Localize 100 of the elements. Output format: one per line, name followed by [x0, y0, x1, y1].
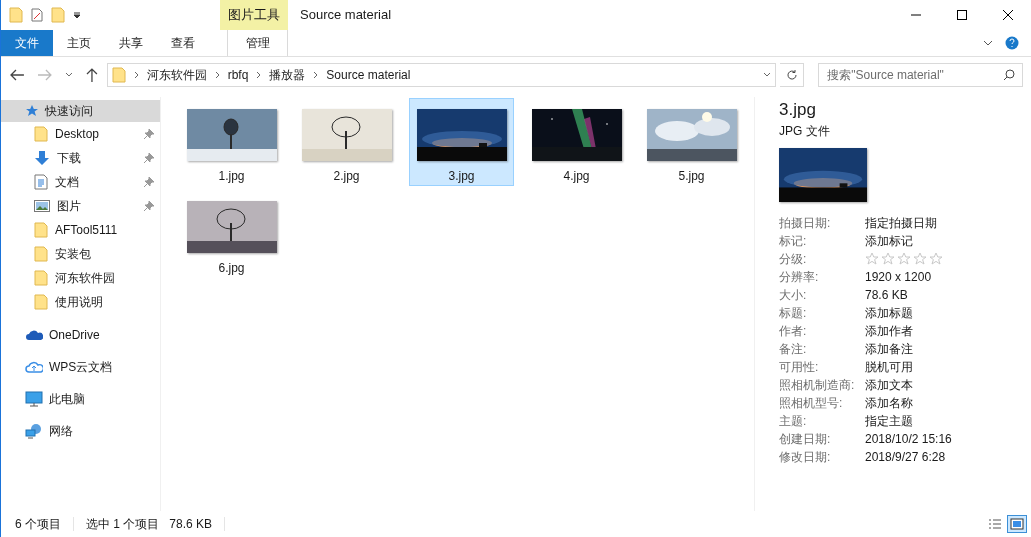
properties-icon[interactable]: [31, 8, 43, 22]
star-icon[interactable]: [865, 252, 879, 266]
pin-icon[interactable]: [144, 129, 154, 139]
property-value[interactable]: 添加名称: [865, 394, 913, 412]
property-value[interactable]: 添加备注: [865, 340, 913, 358]
property-value[interactable]: 添加标题: [865, 304, 913, 322]
download-icon: [34, 150, 50, 166]
maximize-icon: [957, 10, 967, 20]
network-icon: [25, 423, 43, 439]
file-tile[interactable]: 5.jpg: [639, 98, 744, 186]
property-label: 分级:: [779, 251, 808, 268]
file-name: 3.jpg: [448, 168, 475, 185]
file-name: 2.jpg: [333, 168, 360, 185]
computer-icon: [25, 391, 43, 407]
property-value[interactable]: 2018/10/2 15:16: [865, 430, 952, 448]
file-tile[interactable]: 1.jpg: [179, 98, 284, 186]
file-tile[interactable]: 6.jpg: [179, 190, 284, 278]
pin-icon[interactable]: [144, 177, 154, 187]
breadcrumb[interactable]: Source material: [326, 66, 411, 84]
folder-icon: [34, 294, 48, 310]
cloud-icon: [25, 329, 43, 341]
nav-item[interactable]: 网络: [1, 420, 160, 442]
property-label: 拍摄日期:: [779, 215, 832, 232]
refresh-button[interactable]: [780, 63, 805, 87]
document-icon: [34, 174, 48, 190]
property-label: 作者:: [779, 323, 808, 340]
search-icon[interactable]: [1003, 69, 1015, 81]
breadcrumb[interactable]: 河东软件园: [146, 66, 207, 84]
property-value[interactable]: 2018/9/27 6:28: [865, 448, 946, 466]
file-name: 6.jpg: [218, 260, 245, 277]
nav-item[interactable]: 河东软件园: [1, 266, 160, 290]
nav-item[interactable]: AFTool5111: [1, 218, 160, 242]
nav-item[interactable]: WPS云文档: [1, 356, 160, 378]
nav-item[interactable]: 快速访问: [1, 100, 160, 122]
ribbon-tab[interactable]: 管理: [227, 30, 288, 56]
search-field[interactable]: 搜索"Source material": [818, 63, 1023, 87]
pin-icon[interactable]: [144, 201, 154, 211]
dropdown-icon[interactable]: [73, 11, 81, 19]
selection-count: 选中 1 个项目: [86, 516, 160, 533]
chevron-right-icon[interactable]: [133, 71, 139, 79]
property-label: 分辨率:: [779, 269, 820, 286]
file-tile[interactable]: 2.jpg: [294, 98, 399, 186]
ribbon-tab[interactable]: 共享: [105, 30, 157, 56]
property-value[interactable]: 78.6 KB: [865, 286, 908, 304]
chevron-down-icon[interactable]: [983, 40, 993, 46]
refresh-icon: [785, 69, 798, 81]
file-tile[interactable]: 4.jpg: [524, 98, 629, 186]
address-bar[interactable]: 河东软件园 rbfq 播放器 Source material: [106, 63, 777, 87]
file-title: 3.jpg: [779, 99, 817, 121]
star-rating[interactable]: [865, 252, 943, 266]
nav-item[interactable]: Desktop: [1, 122, 160, 146]
star-icon[interactable]: [881, 252, 895, 266]
nav-item[interactable]: 使用说明: [1, 290, 160, 314]
breadcrumb[interactable]: rbfq: [227, 66, 249, 84]
breadcrumb[interactable]: 播放器: [269, 66, 306, 84]
property-label: 创建日期:: [779, 431, 832, 448]
nav-item[interactable]: OneDrive: [1, 324, 160, 346]
property-value[interactable]: 脱机可用: [865, 358, 913, 376]
chevron-right-icon[interactable]: [313, 71, 319, 79]
forward-icon[interactable]: [36, 68, 53, 82]
nav-item[interactable]: 此电脑: [1, 388, 160, 410]
pin-icon[interactable]: [144, 153, 154, 163]
nav-item[interactable]: 下载: [1, 146, 160, 170]
star-icon[interactable]: [913, 252, 927, 266]
list-icon: [988, 518, 1002, 530]
large-icons-view-button[interactable]: [1007, 515, 1027, 533]
item-count: 6 个项目: [15, 516, 61, 533]
property-value[interactable]: 添加标记: [865, 232, 913, 250]
star-icon[interactable]: [929, 252, 943, 266]
property-label: 备注:: [779, 341, 808, 358]
property-value[interactable]: 添加作者: [865, 322, 913, 340]
nav-item[interactable]: 图片: [1, 194, 160, 218]
file-name: 5.jpg: [678, 168, 705, 185]
back-icon[interactable]: [9, 68, 25, 82]
file-name: 4.jpg: [563, 168, 590, 185]
property-value[interactable]: 1920 x 1200: [865, 268, 932, 286]
folder-icon: [34, 246, 48, 262]
up-icon[interactable]: [84, 67, 99, 83]
thumbnail-icon: [1010, 518, 1024, 530]
chevron-right-icon[interactable]: [214, 71, 220, 79]
ribbon-tab[interactable]: 文件: [1, 30, 53, 56]
property-label: 主题:: [779, 413, 808, 430]
recent-dropdown-icon[interactable]: [64, 72, 73, 78]
new-folder-icon: [51, 7, 65, 23]
property-value[interactable]: 指定主题: [865, 412, 913, 430]
property-label: 照相机制造商:: [779, 377, 856, 394]
help-icon[interactable]: [1005, 36, 1019, 50]
property-value[interactable]: 添加文本: [865, 376, 913, 394]
nav-item[interactable]: 文档: [1, 170, 160, 194]
file-name: 1.jpg: [218, 168, 245, 185]
nav-item[interactable]: 安装包: [1, 242, 160, 266]
ribbon-tab[interactable]: 查看: [157, 30, 209, 56]
property-label: 大小:: [779, 287, 808, 304]
ribbon-tab[interactable]: 主页: [53, 30, 105, 56]
property-value[interactable]: 指定拍摄日期: [865, 214, 937, 232]
dropdown-icon[interactable]: [763, 72, 772, 78]
file-tile[interactable]: 3.jpg: [409, 98, 514, 186]
chevron-right-icon[interactable]: [256, 71, 262, 79]
pictures-icon: [34, 199, 50, 213]
star-icon[interactable]: [897, 252, 911, 266]
